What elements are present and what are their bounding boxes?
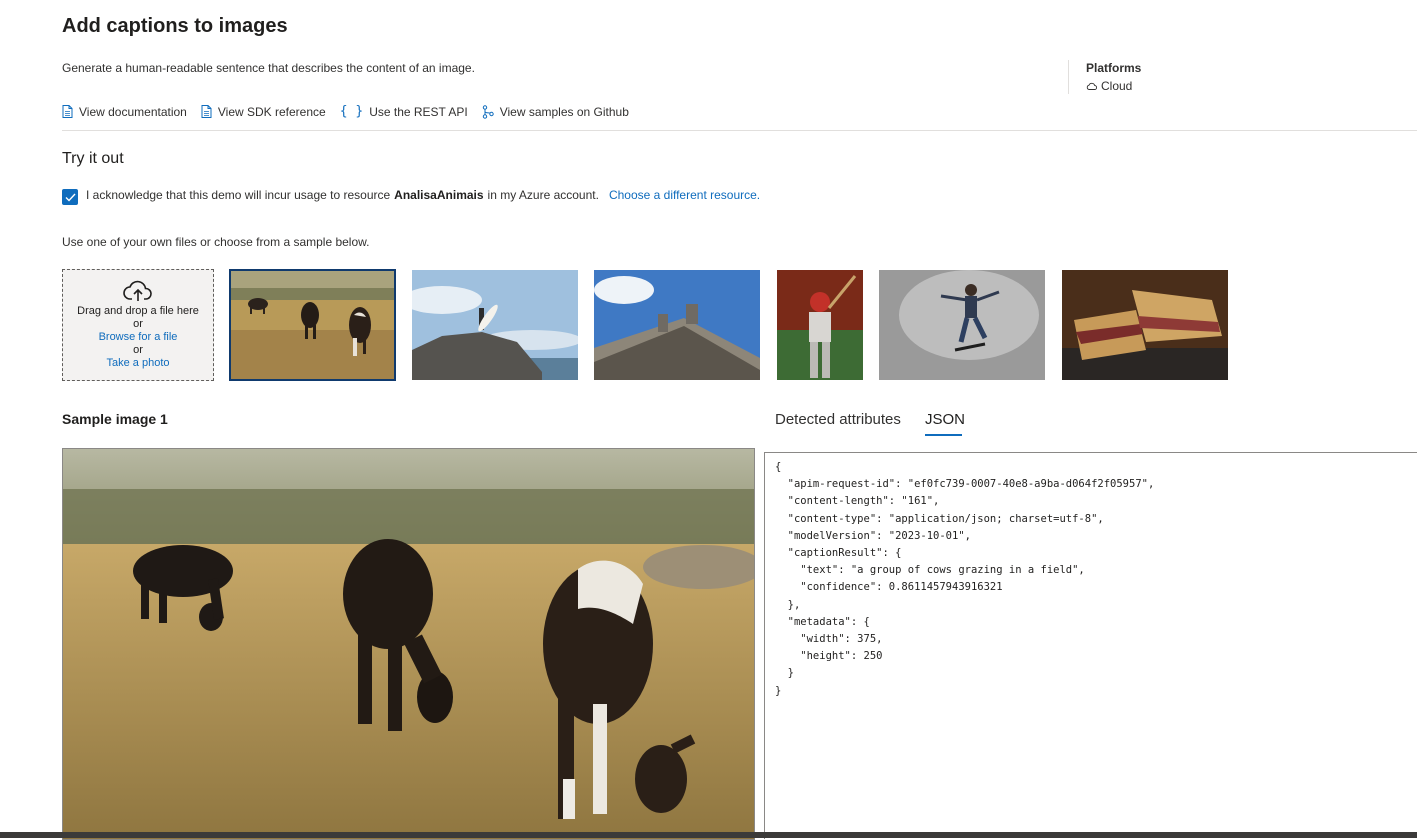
use-own-files-text: Use one of your own files or choose from… <box>62 235 370 249</box>
braces-icon: { } <box>339 104 364 119</box>
sample-thumbnail-surfer[interactable] <box>412 270 578 380</box>
sample-thumbnail-cows[interactable] <box>229 269 396 381</box>
json-line: { <box>775 461 782 473</box>
platforms-label: Platforms <box>1086 61 1142 75</box>
json-line: "content-type": "application/json; chars… <box>775 512 1104 525</box>
acknowledge-text: I acknowledge that this demo will incur … <box>86 188 760 202</box>
platform-value-text: Cloud <box>1101 79 1133 93</box>
upload-cloud-icon <box>63 280 213 305</box>
document-icon <box>62 105 73 118</box>
platform-value: Cloud <box>1086 79 1132 93</box>
take-photo-link[interactable]: Take a photo <box>63 357 213 370</box>
or-text: or <box>133 318 143 330</box>
acknowledge-checkbox[interactable] <box>62 189 78 205</box>
sample-thumbnail-building[interactable] <box>594 270 760 380</box>
header-divider <box>1068 60 1069 94</box>
checkmark-icon <box>65 193 76 202</box>
view-samples-github-link[interactable]: View samples on Github <box>482 104 629 119</box>
page-title: Add captions to images <box>62 15 288 37</box>
json-output-text: { "apim-request-id": "ef0fc739-0007-40e8… <box>765 453 1417 700</box>
ack-prefix: I acknowledge that this demo will incur … <box>86 188 391 202</box>
or-text: or <box>133 344 143 356</box>
resource-links: View documentation View SDK reference { … <box>62 104 629 119</box>
json-line: "text": "a group of cows grazing in a fi… <box>775 564 1085 577</box>
sample-thumbnail-skateboarder[interactable] <box>879 270 1045 380</box>
json-line: "height": 250 <box>775 650 883 663</box>
document-icon <box>201 105 212 118</box>
section-divider <box>62 130 1417 131</box>
json-line: "content-length": "161", <box>775 495 940 508</box>
sample-image-title: Sample image 1 <box>62 411 168 427</box>
branch-icon <box>482 104 494 119</box>
drag-drop-text: Drag and drop a file here <box>77 305 199 317</box>
json-line: "apim-request-id": "ef0fc739-0007-40e8-a… <box>775 478 1155 491</box>
json-line: "width": 375, <box>775 633 883 646</box>
sample-thumbnail-baseball[interactable] <box>777 270 863 380</box>
use-rest-api-link[interactable]: { } Use the REST API <box>340 104 468 119</box>
active-tab-indicator <box>925 434 962 436</box>
page-description: Generate a human-readable sentence that … <box>62 61 475 75</box>
json-line: "confidence": 0.8611457943916321 <box>775 581 1003 594</box>
view-sdk-reference-link[interactable]: View SDK reference <box>201 104 326 119</box>
tab-json[interactable]: JSON <box>925 411 965 428</box>
json-line: }, <box>775 598 801 611</box>
json-line: "metadata": { <box>775 615 870 628</box>
ack-resource: AnalisaAnimais <box>394 188 484 202</box>
json-line: } <box>775 667 794 680</box>
view-sdk-reference-label: View SDK reference <box>217 104 326 119</box>
sample-image-preview <box>62 448 755 840</box>
json-output-panel[interactable]: { "apim-request-id": "ef0fc739-0007-40e8… <box>764 452 1417 839</box>
cloud-icon <box>1086 79 1098 93</box>
view-documentation-link[interactable]: View documentation <box>62 104 187 119</box>
use-rest-api-label: Use the REST API <box>369 104 468 119</box>
choose-resource-link[interactable]: Choose a different resource. <box>609 188 760 202</box>
json-line: } <box>775 684 782 697</box>
file-drop-zone[interactable]: Drag and drop a file here or Browse for … <box>62 269 214 381</box>
try-it-out-heading: Try it out <box>62 150 124 167</box>
json-line: "modelVersion": "2023-10-01", <box>775 529 971 542</box>
tab-detected-attributes[interactable]: Detected attributes <box>775 411 901 428</box>
view-documentation-label: View documentation <box>79 104 187 119</box>
ack-suffix: in my Azure account. <box>487 188 599 202</box>
sample-thumbnail-sandwich[interactable] <box>1062 270 1228 380</box>
browse-file-link[interactable]: Browse for a file <box>63 331 213 344</box>
view-samples-github-label: View samples on Github <box>499 104 629 119</box>
window-bottom-edge <box>0 832 1417 838</box>
json-line: "captionResult": { <box>775 547 902 560</box>
